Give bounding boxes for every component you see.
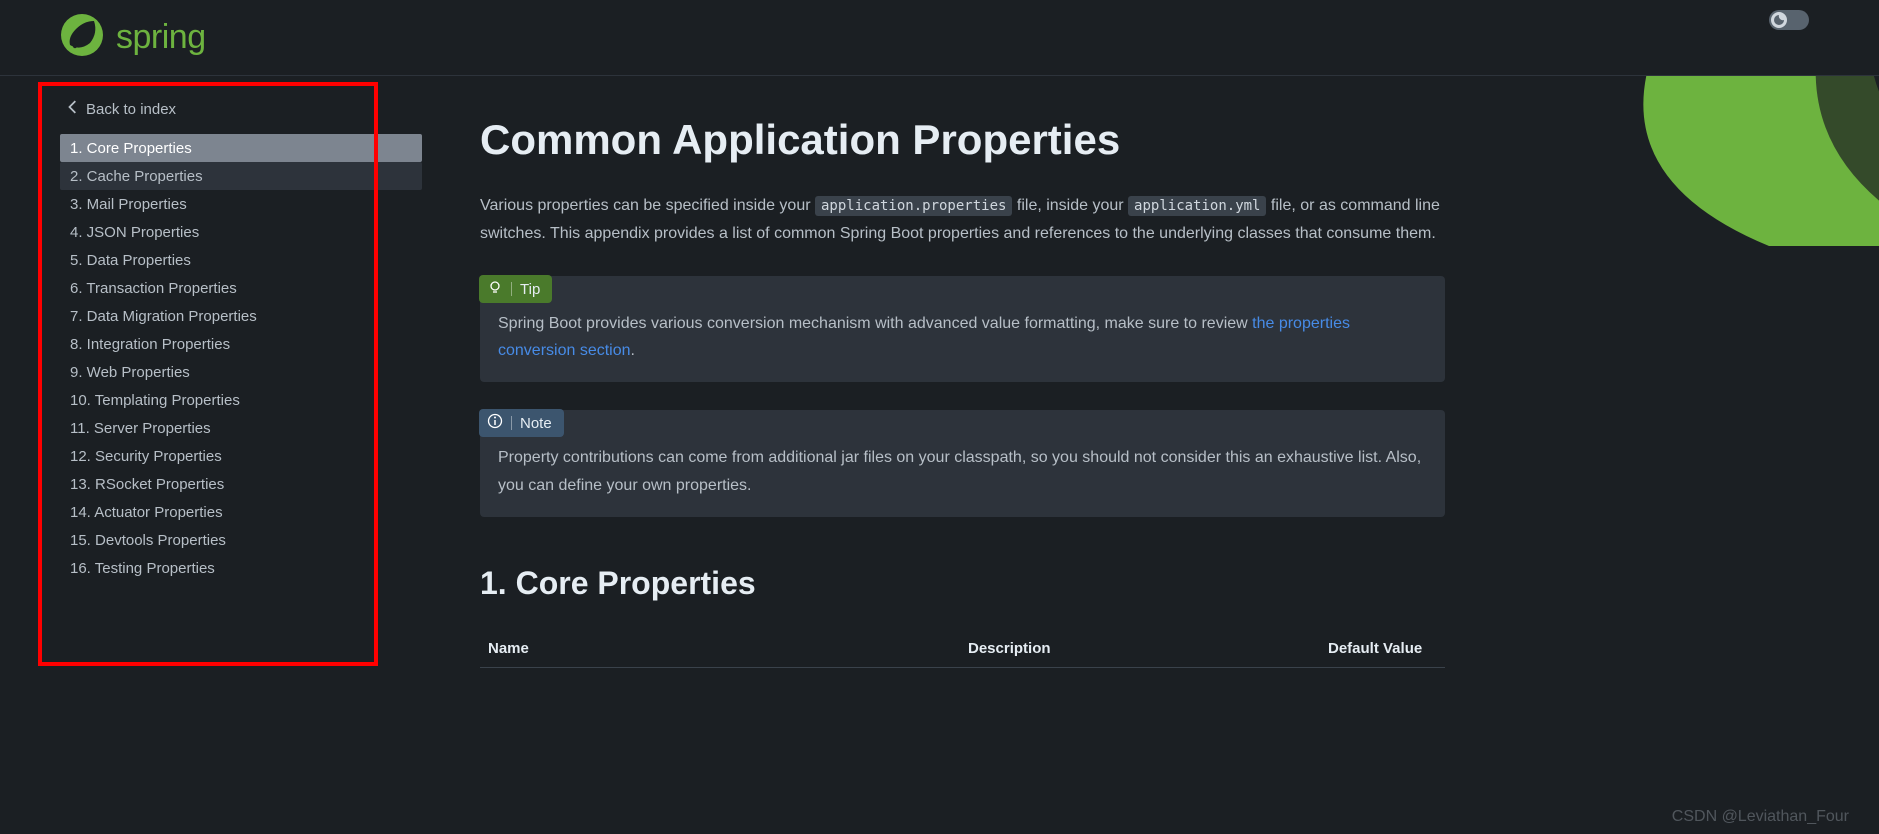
back-label: Back to index [86, 101, 176, 118]
decorative-leaf-graphic [1539, 76, 1879, 276]
intro-paragraph: Various properties can be specified insi… [480, 192, 1460, 248]
sidebar-item-templating[interactable]: 10. Templating Properties [60, 386, 422, 414]
nav-list: 1. Core Properties 2. Cache Properties 3… [60, 134, 422, 582]
intro-text: file, inside your [1012, 197, 1128, 214]
tip-body: Spring Boot provides various conversion … [480, 304, 1445, 382]
sidebar-item-server[interactable]: 11. Server Properties [60, 414, 422, 442]
tip-text: . [631, 342, 635, 359]
tip-badge: Tip [479, 275, 552, 303]
tip-label: Tip [520, 281, 540, 298]
note-callout: Note Property contributions can come fro… [480, 410, 1445, 516]
sidebar-item-integration[interactable]: 8. Integration Properties [60, 330, 422, 358]
sidebar-item-actuator[interactable]: 14. Actuator Properties [60, 498, 422, 526]
sidebar: Back to index 1. Core Properties 2. Cach… [0, 76, 440, 834]
lightbulb-icon [487, 279, 503, 299]
note-body: Property contributions can come from add… [480, 438, 1445, 516]
table-header-row: Name Description Default Value [480, 630, 1445, 668]
sidebar-item-web[interactable]: 9. Web Properties [60, 358, 422, 386]
sidebar-item-json[interactable]: 4. JSON Properties [60, 218, 422, 246]
back-to-index-link[interactable]: Back to index [60, 94, 422, 124]
inline-code: application.properties [815, 196, 1012, 216]
tip-callout: Tip Spring Boot provides various convers… [480, 276, 1445, 382]
content: Common Application Properties Various pr… [440, 76, 1879, 834]
intro-text: Various properties can be specified insi… [480, 197, 815, 214]
brand-name: spring [116, 18, 206, 57]
separator [511, 282, 512, 296]
sidebar-item-data[interactable]: 5. Data Properties [60, 246, 422, 274]
sidebar-item-rsocket[interactable]: 13. RSocket Properties [60, 470, 422, 498]
sidebar-item-migration[interactable]: 7. Data Migration Properties [60, 302, 422, 330]
sidebar-item-devtools[interactable]: 15. Devtools Properties [60, 526, 422, 554]
sidebar-item-cache[interactable]: 2. Cache Properties [60, 162, 422, 190]
section-title: 1. Core Properties [480, 565, 1839, 602]
page-title: Common Application Properties [480, 116, 1839, 164]
moon-icon [1771, 12, 1787, 28]
sidebar-item-security[interactable]: 12. Security Properties [60, 442, 422, 470]
separator [511, 416, 512, 430]
main: Back to index 1. Core Properties 2. Cach… [0, 76, 1879, 834]
column-description: Description [960, 630, 1320, 668]
header: spring [0, 0, 1879, 76]
sidebar-item-transaction[interactable]: 6. Transaction Properties [60, 274, 422, 302]
info-icon [487, 413, 503, 433]
note-badge: Note [479, 409, 564, 437]
inline-code: application.yml [1128, 196, 1266, 216]
brand-logo[interactable]: spring [60, 13, 206, 62]
sidebar-item-mail[interactable]: 3. Mail Properties [60, 190, 422, 218]
spring-leaf-icon [60, 13, 104, 62]
tip-text: Spring Boot provides various conversion … [498, 315, 1252, 332]
sidebar-item-core[interactable]: 1. Core Properties [60, 134, 422, 162]
note-label: Note [520, 415, 552, 432]
column-name: Name [480, 630, 960, 668]
sidebar-item-testing[interactable]: 16. Testing Properties [60, 554, 422, 582]
properties-table: Name Description Default Value [480, 630, 1445, 668]
column-default: Default Value [1320, 630, 1445, 668]
chevron-left-icon [68, 100, 78, 118]
theme-toggle[interactable] [1769, 10, 1809, 30]
